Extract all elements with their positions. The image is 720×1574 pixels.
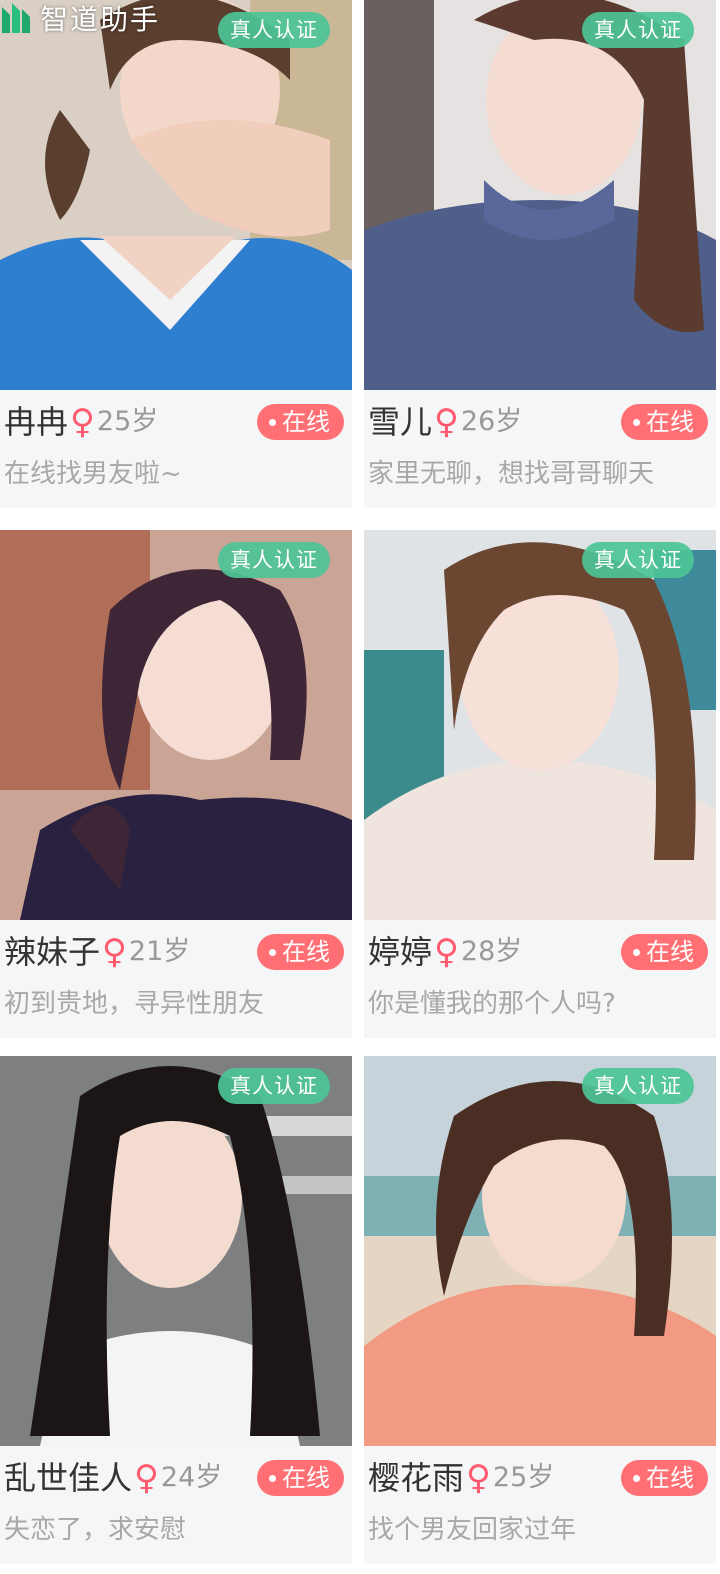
female-icon: ♀	[434, 402, 459, 442]
online-status-badge: 在线	[621, 1460, 708, 1496]
female-icon: ♀	[466, 1458, 491, 1498]
verified-badge: 真人认证	[582, 1068, 694, 1104]
female-icon: ♀	[134, 1458, 159, 1498]
profile-name: 樱花雨	[368, 1459, 465, 1497]
verified-badge: 真人认证	[582, 12, 694, 48]
profile-bio: 家里无聊，想找哥哥聊天	[368, 459, 655, 489]
profile-info: 辣妹子 ♀ 21岁 在线 初到贵地，寻异性朋友	[0, 920, 352, 1038]
status-dot-icon	[269, 948, 276, 956]
name-row: 雪儿 ♀ 26岁	[368, 400, 522, 444]
online-status-badge: 在线	[257, 1460, 344, 1496]
profile-info: 婷婷 ♀ 28岁 在线 你是懂我的那个人吗?	[364, 920, 716, 1038]
profile-photo[interactable]: 真人认证	[364, 530, 716, 920]
online-status-label: 在线	[282, 408, 330, 436]
profile-age: 25岁	[492, 1462, 555, 1493]
online-status-badge: 在线	[257, 934, 344, 970]
profile-bio: 在线找男友啦~	[4, 459, 182, 489]
online-status-label: 在线	[646, 938, 694, 966]
profile-name: 婷婷	[368, 933, 433, 971]
status-dot-icon	[633, 418, 640, 426]
name-row: 乱世佳人 ♀ 24岁	[4, 1456, 222, 1500]
verified-badge: 真人认证	[218, 1068, 330, 1104]
profile-card[interactable]: 真人认证 乱世佳人 ♀ 24岁 在线 失恋了，求安慰	[0, 1056, 352, 1564]
watermark-text: 智道助手	[40, 3, 161, 36]
profile-photo[interactable]: 真人认证	[364, 1056, 716, 1446]
profile-info: 樱花雨 ♀ 25岁 在线 找个男友回家过年	[364, 1446, 716, 1564]
status-dot-icon	[633, 948, 640, 956]
status-dot-icon	[269, 418, 276, 426]
profile-name: 乱世佳人	[4, 1459, 133, 1497]
profile-grid-page: 智道助手 真人认证 冉冉 ♀ 25岁 在线 在线找男友啦~ 真人认证 雪儿 ♀ …	[0, 0, 720, 1574]
profile-bio: 失恋了，求安慰	[4, 1515, 187, 1545]
status-dot-icon	[269, 1474, 276, 1482]
profile-age: 24岁	[160, 1462, 223, 1493]
name-row: 樱花雨 ♀ 25岁	[368, 1456, 554, 1500]
online-status-badge: 在线	[621, 404, 708, 440]
watermark: 智道助手	[0, 0, 160, 36]
profile-info: 冉冉 ♀ 25岁 在线 在线找男友啦~	[0, 390, 352, 508]
online-status-label: 在线	[282, 1464, 330, 1492]
profile-age: 28岁	[460, 936, 523, 967]
profile-info: 雪儿 ♀ 26岁 在线 家里无聊，想找哥哥聊天	[364, 390, 716, 508]
status-dot-icon	[633, 1474, 640, 1482]
online-status-label: 在线	[646, 1464, 694, 1492]
profile-name: 雪儿	[368, 403, 433, 441]
profile-photo[interactable]: 真人认证	[0, 530, 352, 920]
profile-card[interactable]: 真人认证 辣妹子 ♀ 21岁 在线 初到贵地，寻异性朋友	[0, 530, 352, 1038]
profile-card[interactable]: 真人认证 樱花雨 ♀ 25岁 在线 找个男友回家过年	[364, 1056, 716, 1564]
online-status-badge: 在线	[257, 404, 344, 440]
verified-badge: 真人认证	[582, 542, 694, 578]
online-status-label: 在线	[646, 408, 694, 436]
online-status-badge: 在线	[621, 934, 708, 970]
profile-age: 25岁	[96, 406, 159, 437]
online-status-label: 在线	[282, 938, 330, 966]
female-icon: ♀	[70, 402, 95, 442]
profile-name: 辣妹子	[4, 933, 101, 971]
profile-card[interactable]: 真人认证 冉冉 ♀ 25岁 在线 在线找男友啦~	[0, 0, 352, 508]
profile-photo[interactable]: 真人认证	[0, 0, 352, 390]
profile-name: 冉冉	[4, 403, 69, 441]
profile-bio: 初到贵地，寻异性朋友	[4, 989, 265, 1019]
profile-card[interactable]: 真人认证 雪儿 ♀ 26岁 在线 家里无聊，想找哥哥聊天	[364, 0, 716, 508]
leaf-logo-icon	[2, 3, 30, 33]
profile-bio: 你是懂我的那个人吗?	[368, 989, 616, 1019]
profile-info: 乱世佳人 ♀ 24岁 在线 失恋了，求安慰	[0, 1446, 352, 1564]
profile-age: 21岁	[128, 936, 191, 967]
verified-badge: 真人认证	[218, 542, 330, 578]
profile-age: 26岁	[460, 406, 523, 437]
profile-photo[interactable]: 真人认证	[364, 0, 716, 390]
name-row: 婷婷 ♀ 28岁	[368, 930, 522, 974]
profile-bio: 找个男友回家过年	[368, 1515, 577, 1545]
name-row: 辣妹子 ♀ 21岁	[4, 930, 190, 974]
verified-badge: 真人认证	[218, 12, 330, 48]
female-icon: ♀	[434, 932, 459, 972]
female-icon: ♀	[102, 932, 127, 972]
name-row: 冉冉 ♀ 25岁	[4, 400, 158, 444]
profile-card[interactable]: 真人认证 婷婷 ♀ 28岁 在线 你是懂我的那个人吗?	[364, 530, 716, 1038]
profile-photo[interactable]: 真人认证	[0, 1056, 352, 1446]
